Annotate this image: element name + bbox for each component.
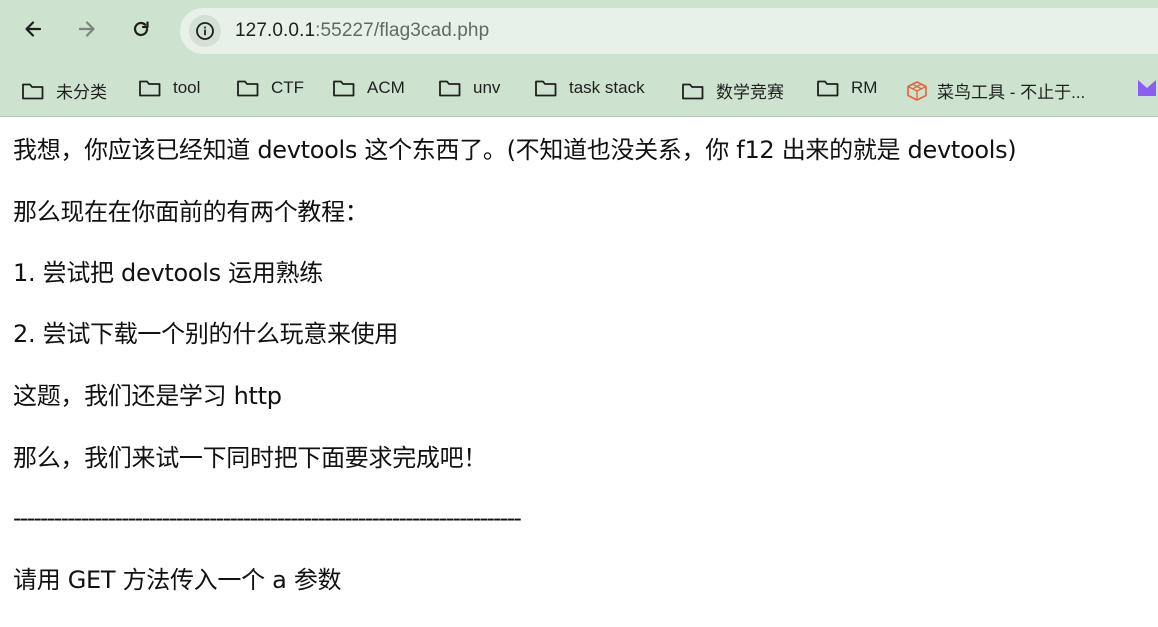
- text-line-8: 请用 GET 方法传入一个 a 参数: [13, 566, 342, 594]
- address-bar[interactable]: 127.0.0.1:55227/flag3cad.php: [180, 8, 1158, 54]
- reload-icon: [133, 21, 149, 37]
- bookmark-label: 数学竞赛: [716, 83, 784, 102]
- bookmark-folder-task-stack[interactable]: task stack: [534, 78, 645, 98]
- text-line-5: 这题，我们还是学习 http: [13, 382, 282, 410]
- bookmark-label: RM: [851, 78, 878, 97]
- bookmark-folder-math[interactable]: 数学竞赛: [681, 78, 784, 103]
- bookmark-folder-ctf[interactable]: CTF: [236, 78, 304, 98]
- extension-icon[interactable]: [1136, 77, 1158, 99]
- separator-line: ----------------------------------------…: [13, 504, 522, 532]
- text-line-1: 我想，你应该已经知道 devtools 这个东西了。(不知道也没关系，你 f12…: [13, 136, 1017, 164]
- text-line-6: 那么，我们来试一下同时把下面要求完成吧！: [13, 444, 487, 472]
- url-path: :55227/flag3cad.php: [315, 20, 490, 41]
- url-text[interactable]: 127.0.0.1:55227/flag3cad.php: [235, 20, 489, 42]
- bookmark-folder-tool[interactable]: tool: [138, 78, 200, 98]
- text-line-2: 那么现在在你面前的有两个教程：: [13, 198, 369, 226]
- text-line-3: 1. 尝试把 devtools 运用熟练: [13, 259, 323, 287]
- folder-icon: [333, 80, 355, 97]
- back-button[interactable]: [17, 13, 49, 45]
- bookmark-label: 菜鸟工具 - 不止于...: [937, 83, 1086, 102]
- bookmark-folder-acm[interactable]: ACM: [332, 78, 405, 98]
- forward-button[interactable]: [71, 13, 103, 45]
- url-host: 127.0.0.1: [235, 20, 316, 41]
- folder-icon: [22, 83, 44, 99]
- bookmark-folder-uncategorized[interactable]: 未分类: [21, 78, 107, 103]
- arrow-right-icon: [78, 21, 95, 37]
- site-info-button[interactable]: [189, 15, 221, 47]
- browser-chrome: 127.0.0.1:55227/flag3cad.php 未分类 tool CT…: [0, 0, 1158, 117]
- folder-icon: [439, 80, 461, 97]
- bookmark-runoob[interactable]: 菜鸟工具 - 不止于...: [906, 78, 1085, 103]
- bookmarks-bar: 未分类 tool CTF ACM unv task stack 数学竞赛 RM: [0, 62, 1158, 117]
- text-line-4: 2. 尝试下载一个别的什么玩意来使用: [13, 320, 399, 348]
- bookmark-label: unv: [473, 78, 501, 97]
- bookmark-folder-rm[interactable]: RM: [816, 78, 877, 98]
- folder-icon: [682, 83, 704, 99]
- bookmark-label: task stack: [569, 78, 645, 97]
- folder-icon: [535, 80, 557, 97]
- bookmark-label: ACM: [367, 78, 405, 97]
- arrow-left-icon: [25, 21, 42, 37]
- bookmark-label: 未分类: [56, 83, 107, 102]
- reload-button[interactable]: [125, 13, 157, 45]
- folder-icon: [139, 80, 161, 97]
- browser-toolbar: 127.0.0.1:55227/flag3cad.php: [0, 0, 1158, 62]
- bookmark-label: tool: [173, 78, 201, 97]
- folder-icon: [817, 80, 839, 97]
- info-icon: [196, 22, 214, 40]
- bookmark-label: CTF: [271, 78, 305, 97]
- runoob-logo-icon: [907, 80, 927, 101]
- folder-icon: [237, 80, 259, 97]
- bookmark-folder-unv[interactable]: unv: [438, 78, 500, 98]
